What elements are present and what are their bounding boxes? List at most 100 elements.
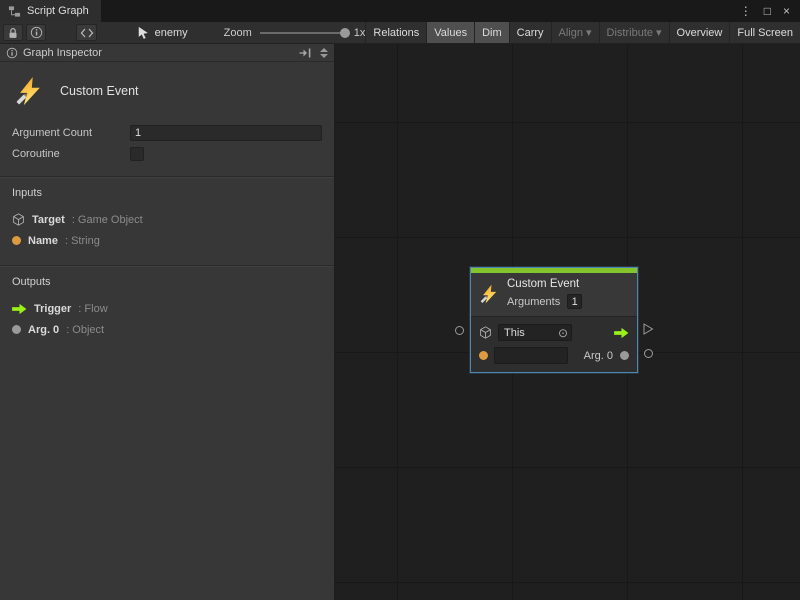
button-label: Distribute — [607, 27, 653, 39]
button-label: Dim — [482, 27, 502, 39]
relations-button[interactable]: Relations — [365, 22, 426, 43]
input-item-name: Name : String — [12, 230, 322, 251]
lock-button[interactable] — [3, 24, 23, 41]
custom-event-node[interactable]: Custom Event Arguments 1 This ⊙ — [470, 267, 638, 373]
inputs-title: Inputs — [12, 187, 322, 199]
lock-icon — [6, 26, 20, 40]
node-arg0-row: Arg. 0 — [479, 347, 629, 364]
port-name: Target — [32, 214, 65, 226]
arguments-count-field[interactable]: 1 — [567, 294, 582, 309]
coroutine-label: Coroutine — [12, 148, 130, 160]
output-item-trigger: Trigger : Flow — [12, 298, 322, 319]
dock-icon[interactable] — [298, 47, 312, 59]
arguments-label: Arguments — [507, 296, 560, 308]
arg0-output: Arg. 0 — [584, 350, 629, 362]
button-label: Full Screen — [737, 27, 793, 39]
title-bar: Script Graph ⋮ □ × — [0, 0, 800, 22]
zoom-value: 1x — [354, 27, 366, 39]
tab-title: Script Graph — [27, 5, 89, 17]
zoom-slider[interactable] — [260, 32, 346, 34]
coroutine-row: Coroutine — [12, 143, 322, 164]
node-body: This ⊙ Arg. 0 — [471, 316, 637, 372]
inspector-title: Graph Inspector — [23, 47, 102, 59]
port-name: Trigger — [34, 303, 71, 315]
outputs-section: Outputs Trigger : Flow Arg. 0 : Object — [0, 267, 334, 348]
graph-name: enemy — [155, 27, 188, 39]
button-label: Values — [434, 27, 467, 39]
custom-event-icon — [14, 76, 44, 106]
arg0-label: Arg. 0 — [584, 350, 613, 362]
button-label: Overview — [677, 27, 723, 39]
window-controls: ⋮ □ × — [740, 0, 800, 22]
name-input-port-icon[interactable] — [479, 351, 488, 360]
align-button[interactable]: Align▾ — [551, 22, 599, 43]
code-view-button[interactable] — [76, 24, 96, 41]
zoom-label: Zoom — [224, 27, 252, 39]
trigger-flow-arrow-icon[interactable] — [614, 327, 629, 339]
port-type: : Game Object — [72, 214, 143, 226]
scroll-down-icon[interactable] — [320, 54, 328, 58]
inspector-fields: Argument Count Coroutine — [0, 120, 334, 170]
button-label: Relations — [373, 27, 419, 39]
cursor-icon — [137, 26, 150, 40]
flow-arrow-icon — [12, 303, 27, 315]
scroll-spinner[interactable] — [317, 48, 331, 58]
outputs-title: Outputs — [12, 276, 322, 288]
custom-event-icon — [479, 284, 499, 304]
button-label: Carry — [517, 27, 544, 39]
toolbar-buttons: Relations Values Dim Carry Align▾ Distri… — [365, 22, 800, 43]
inspector-header-actions — [298, 47, 331, 59]
full-screen-button[interactable]: Full Screen — [729, 22, 800, 43]
arg0-port-icon[interactable] — [620, 351, 629, 360]
inspector-header: Graph Inspector — [0, 44, 334, 62]
input-item-target: Target : Game Object — [12, 209, 322, 230]
argument-count-label: Argument Count — [12, 127, 130, 139]
port-type: : Object — [66, 324, 104, 336]
node-header[interactable]: Custom Event Arguments 1 — [471, 273, 637, 316]
carry-button[interactable]: Carry — [509, 22, 551, 43]
coroutine-checkbox[interactable] — [130, 147, 144, 161]
values-button[interactable]: Values — [426, 22, 474, 43]
scroll-up-icon[interactable] — [320, 48, 328, 52]
inspector-event-title: Custom Event — [60, 84, 139, 98]
window-close-icon[interactable]: × — [783, 4, 790, 18]
trigger-output-port[interactable] — [643, 323, 654, 335]
info-icon — [30, 26, 43, 39]
overview-button[interactable]: Overview — [669, 22, 730, 43]
arg0-output-port[interactable] — [644, 349, 653, 358]
argument-count-row: Argument Count — [12, 122, 322, 143]
argument-count-input[interactable] — [130, 125, 322, 141]
port-name: Arg. 0 — [28, 324, 59, 336]
target-input-port[interactable] — [455, 326, 464, 335]
target-dropdown[interactable]: This ⊙ — [498, 324, 572, 341]
dim-button[interactable]: Dim — [474, 22, 509, 43]
inspector-toggle-button[interactable] — [26, 24, 46, 41]
window-menu-icon[interactable]: ⋮ — [740, 4, 752, 18]
chevron-down-icon: ▾ — [656, 26, 662, 39]
string-port-icon — [12, 236, 21, 245]
distribute-button[interactable]: Distribute▾ — [599, 22, 669, 43]
zoom-control: Zoom 1x — [224, 27, 366, 39]
port-type: : String — [65, 235, 100, 247]
node-arguments-row: Arguments 1 — [507, 294, 582, 309]
graph-breadcrumb[interactable]: enemy — [137, 26, 188, 40]
name-input-field[interactable] — [494, 347, 568, 364]
game-object-cube-icon — [479, 326, 492, 339]
object-port-icon — [12, 325, 21, 334]
port-type: : Flow — [78, 303, 107, 315]
output-item-arg0: Arg. 0 : Object — [12, 319, 322, 340]
port-name: Name — [28, 235, 58, 247]
zoom-slider-knob[interactable] — [340, 28, 350, 38]
node-header-text: Custom Event Arguments 1 — [507, 278, 582, 309]
tab-script-graph[interactable]: Script Graph — [0, 0, 101, 22]
object-picker-icon[interactable]: ⊙ — [558, 327, 568, 339]
window-maximize-icon[interactable]: □ — [764, 4, 771, 18]
code-icon — [80, 27, 94, 39]
button-label: Align — [559, 27, 583, 39]
node-target-row: This ⊙ — [479, 324, 629, 341]
graph-inspector-panel: Graph Inspector Custom Event Argument Co… — [0, 44, 335, 600]
chevron-down-icon: ▾ — [586, 26, 592, 39]
script-graph-icon — [8, 5, 21, 18]
inputs-section: Inputs Target : Game Object Name : Strin… — [0, 178, 334, 259]
graph-canvas[interactable]: Custom Event Arguments 1 This ⊙ — [335, 44, 800, 600]
